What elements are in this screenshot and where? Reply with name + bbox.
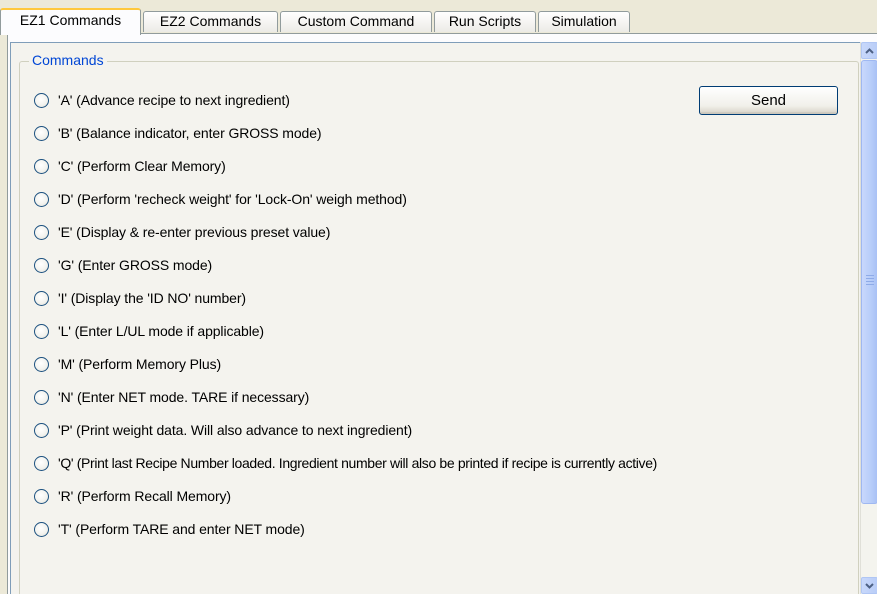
command-label: 'G' (Enter GROSS mode): [58, 257, 213, 273]
command-option-g[interactable]: 'G' (Enter GROSS mode): [34, 254, 212, 276]
command-label: 'M' (Perform Memory Plus): [58, 356, 222, 372]
command-label: 'L' (Enter L/UL mode if applicable): [58, 323, 264, 339]
command-option-i[interactable]: 'I' (Display the 'ID NO' number): [34, 287, 246, 309]
command-label: 'E' (Display & re-enter previous preset …: [58, 224, 331, 240]
command-label: 'T' (Perform TARE and enter NET mode): [58, 521, 305, 537]
grip-line: [866, 281, 874, 282]
command-option-d[interactable]: 'D' (Perform 'recheck weight' for 'Lock-…: [34, 188, 407, 210]
grip-line: [866, 284, 874, 285]
radio-button[interactable]: [34, 158, 49, 174]
scroll-down-button[interactable]: [861, 577, 877, 594]
radio-button[interactable]: [34, 455, 49, 471]
radio-button[interactable]: [34, 323, 49, 339]
command-option-c[interactable]: 'C' (Perform Clear Memory): [34, 155, 226, 177]
command-option-b[interactable]: 'B' (Balance indicator, enter GROSS mode…: [34, 122, 322, 144]
command-label: 'C' (Perform Clear Memory): [58, 158, 226, 174]
radio-button[interactable]: [34, 125, 49, 141]
radio-button[interactable]: [34, 422, 49, 438]
radio-button[interactable]: [34, 290, 49, 306]
radio-button[interactable]: [34, 224, 49, 240]
commands-scroll-area: Commands Send 'A' (Advance recipe to nex…: [10, 42, 860, 594]
vertical-scrollbar[interactable]: [860, 42, 877, 594]
grip-line: [866, 275, 874, 276]
chevron-up-icon: [865, 47, 874, 54]
tab-run-scripts[interactable]: Run Scripts: [434, 11, 536, 32]
grip-line: [866, 278, 874, 279]
tab-custom-command[interactable]: Custom Command: [280, 11, 432, 32]
radio-button[interactable]: [34, 521, 49, 537]
radio-button[interactable]: [34, 257, 49, 273]
radio-button[interactable]: [34, 488, 49, 504]
send-button[interactable]: Send: [699, 86, 838, 115]
radio-button[interactable]: [34, 389, 49, 405]
radio-button[interactable]: [34, 356, 49, 372]
command-option-n[interactable]: 'N' (Enter NET mode. TARE if necessary): [34, 386, 309, 408]
radio-button[interactable]: [34, 92, 49, 108]
command-option-m[interactable]: 'M' (Perform Memory Plus): [34, 353, 221, 375]
tab-ez2-commands[interactable]: EZ2 Commands: [143, 11, 278, 32]
command-option-r[interactable]: 'R' (Perform Recall Memory): [34, 485, 231, 507]
command-option-p[interactable]: 'P' (Print weight data. Will also advanc…: [34, 419, 412, 441]
command-option-a[interactable]: 'A' (Advance recipe to next ingredient): [34, 89, 290, 111]
command-option-t[interactable]: 'T' (Perform TARE and enter NET mode): [34, 518, 305, 540]
command-label: 'P' (Print weight data. Will also advanc…: [58, 422, 413, 438]
command-label: 'B' (Balance indicator, enter GROSS mode…: [58, 125, 322, 141]
chevron-down-icon: [865, 582, 874, 589]
command-option-q[interactable]: 'Q' (Print last Recipe Number loaded. In…: [34, 452, 657, 474]
commands-group-title: Commands: [29, 52, 107, 68]
scrollbar-thumb[interactable]: [861, 60, 877, 504]
radio-button[interactable]: [34, 191, 49, 207]
command-label: 'A' (Advance recipe to next ingredient): [58, 92, 290, 108]
command-label: 'Q' (Print last Recipe Number loaded. In…: [58, 455, 657, 471]
command-label: 'D' (Perform 'recheck weight' for 'Lock-…: [58, 191, 407, 207]
command-label: 'R' (Perform Recall Memory): [58, 488, 231, 504]
command-option-l[interactable]: 'L' (Enter L/UL mode if applicable): [34, 320, 264, 342]
command-option-e[interactable]: 'E' (Display & re-enter previous preset …: [34, 221, 330, 243]
tab-ez1-commands[interactable]: EZ1 Commands: [0, 8, 141, 35]
tab-simulation[interactable]: Simulation: [538, 11, 630, 32]
command-label: 'N' (Enter NET mode. TARE if necessary): [58, 389, 310, 405]
command-label: 'I' (Display the 'ID NO' number): [58, 290, 246, 306]
scroll-up-button[interactable]: [861, 42, 877, 59]
